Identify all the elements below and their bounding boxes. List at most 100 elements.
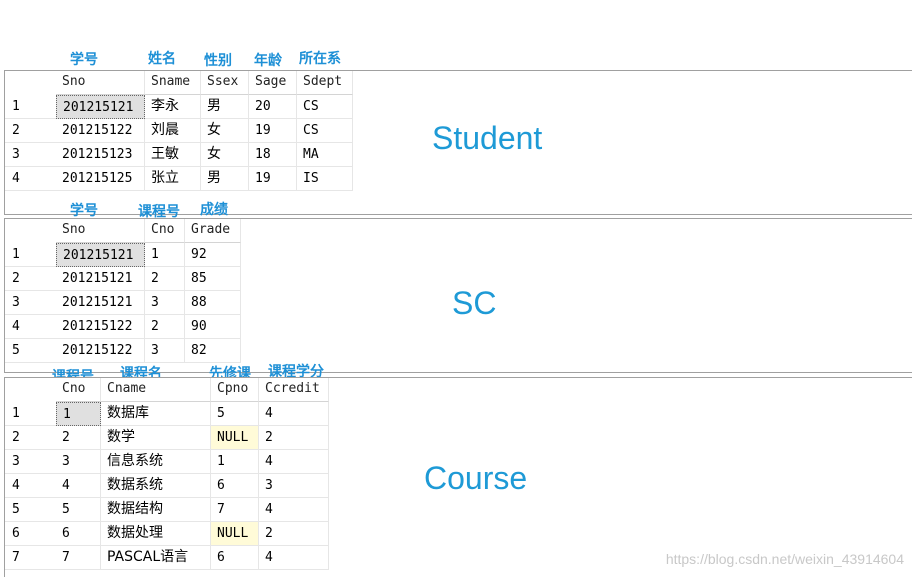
student-annotation-sname: 姓名 <box>148 51 176 67</box>
student-cell[interactable]: 张立 <box>145 167 201 191</box>
student-cell[interactable]: IS <box>297 167 353 191</box>
student-row-number[interactable]: 4 <box>5 167 56 191</box>
student-cell[interactable]: CS <box>297 119 353 143</box>
sc-cell[interactable]: 201215121 <box>56 243 145 267</box>
student-cell[interactable]: 20 <box>249 95 297 119</box>
course-cell[interactable]: 1 <box>211 450 259 474</box>
course-cell[interactable]: 5 <box>211 402 259 426</box>
student-cell[interactable]: 女 <box>201 119 249 143</box>
course-cell[interactable]: 6 <box>56 522 101 546</box>
student-cell[interactable]: 19 <box>249 167 297 191</box>
sc-cell[interactable]: 92 <box>185 243 241 267</box>
sc-cell[interactable]: 82 <box>185 339 241 363</box>
sc-annotation-sno: 学号 <box>70 203 98 219</box>
course-cell[interactable]: 数据处理 <box>101 522 211 546</box>
sc-row-number[interactable]: 3 <box>5 291 56 315</box>
course-row-number[interactable]: 6 <box>5 522 56 546</box>
student-cell[interactable]: 19 <box>249 119 297 143</box>
student-table-caption: Student <box>432 120 543 156</box>
course-cell[interactable]: 4 <box>259 402 329 426</box>
student-cell[interactable]: 男 <box>201 95 249 119</box>
course-cell[interactable]: 6 <box>211 546 259 570</box>
course-row-number[interactable]: 1 <box>5 402 56 426</box>
course-cell[interactable]: NULL <box>211 522 259 546</box>
student-cell[interactable]: 201215125 <box>56 167 145 191</box>
course-table-caption: Course <box>424 460 528 496</box>
course-cell[interactable]: 数据结构 <box>101 498 211 522</box>
course-row-number[interactable]: 2 <box>5 426 56 450</box>
course-cell[interactable]: 4 <box>56 474 101 498</box>
student-cell[interactable]: 女 <box>201 143 249 167</box>
sc-row-number[interactable]: 4 <box>5 315 56 339</box>
course-cell[interactable]: NULL <box>211 426 259 450</box>
sc-cell[interactable]: 201215121 <box>56 291 145 315</box>
student-cell[interactable]: 王敏 <box>145 143 201 167</box>
student-column-header-ssex[interactable]: Ssex <box>201 71 249 95</box>
sc-cell[interactable]: 3 <box>145 339 185 363</box>
course-cell[interactable]: 7 <box>56 546 101 570</box>
course-cell[interactable]: 4 <box>259 498 329 522</box>
course-cell[interactable]: PASCAL语言 <box>101 546 211 570</box>
sc-row-number[interactable]: 5 <box>5 339 56 363</box>
course-cell[interactable]: 2 <box>56 426 101 450</box>
sc-cell[interactable]: 85 <box>185 267 241 291</box>
student-cell[interactable]: 201215122 <box>56 119 145 143</box>
sc-cell[interactable]: 2 <box>145 315 185 339</box>
course-cell[interactable]: 信息系统 <box>101 450 211 474</box>
course-column-header-ccredit[interactable]: Ccredit <box>259 378 329 402</box>
course-row-number[interactable]: 3 <box>5 450 56 474</box>
student-column-header-sdept[interactable]: Sdept <box>297 71 353 95</box>
student-cell[interactable]: 刘晨 <box>145 119 201 143</box>
student-column-header-sno[interactable]: Sno <box>56 71 145 95</box>
student-row-number[interactable]: 2 <box>5 119 56 143</box>
sc-column-header-cno[interactable]: Cno <box>145 219 185 243</box>
sc-cell[interactable]: 1 <box>145 243 185 267</box>
sc-cell[interactable]: 2 <box>145 267 185 291</box>
course-cell[interactable]: 6 <box>211 474 259 498</box>
sc-cell[interactable]: 3 <box>145 291 185 315</box>
sc-cell[interactable]: 201215122 <box>56 339 145 363</box>
course-row-number[interactable]: 7 <box>5 546 56 570</box>
course-cell[interactable]: 2 <box>259 522 329 546</box>
course-cell[interactable]: 3 <box>56 450 101 474</box>
course-cell[interactable]: 数据系统 <box>101 474 211 498</box>
sc-cell[interactable]: 201215121 <box>56 267 145 291</box>
sc-cell[interactable]: 90 <box>185 315 241 339</box>
sc-row-number[interactable]: 2 <box>5 267 56 291</box>
sc-table-caption: SC <box>452 285 497 321</box>
course-cell[interactable]: 1 <box>56 402 101 426</box>
course-column-header-cpno[interactable]: Cpno <box>211 378 259 402</box>
student-cell[interactable]: 李永 <box>145 95 201 119</box>
course-cell[interactable]: 7 <box>211 498 259 522</box>
student-column-header-sname[interactable]: Sname <box>145 71 201 95</box>
sc-column-header-grade[interactable]: Grade <box>185 219 241 243</box>
course-cell[interactable]: 5 <box>56 498 101 522</box>
course-column-header-cno[interactable]: Cno <box>56 378 101 402</box>
student-cell[interactable]: CS <box>297 95 353 119</box>
student-annotation-ssex: 性别 <box>204 53 232 69</box>
sc-row-number[interactable]: 1 <box>5 243 56 267</box>
student-row-number[interactable]: 1 <box>5 95 56 119</box>
course-row-number[interactable]: 4 <box>5 474 56 498</box>
student-cell[interactable]: 18 <box>249 143 297 167</box>
course-cell[interactable]: 数学 <box>101 426 211 450</box>
course-cell[interactable]: 4 <box>259 546 329 570</box>
course-cell[interactable]: 数据库 <box>101 402 211 426</box>
course-column-header-cname[interactable]: Cname <box>101 378 211 402</box>
student-column-header-sage[interactable]: Sage <box>249 71 297 95</box>
course-cell[interactable]: 3 <box>259 474 329 498</box>
sc-cell[interactable]: 201215122 <box>56 315 145 339</box>
student-cell[interactable]: 男 <box>201 167 249 191</box>
course-cell[interactable]: 4 <box>259 450 329 474</box>
student-row-number[interactable]: 3 <box>5 143 56 167</box>
sc-cell[interactable]: 88 <box>185 291 241 315</box>
student-annotation-sage: 年龄 <box>254 53 282 69</box>
course-row-number[interactable]: 5 <box>5 498 56 522</box>
student-cell[interactable]: 201215121 <box>56 95 145 119</box>
sc-annotation-grade: 成绩 <box>200 202 228 218</box>
student-annotation-sno: 学号 <box>70 52 98 68</box>
sc-column-header-sno[interactable]: Sno <box>56 219 145 243</box>
student-cell[interactable]: 201215123 <box>56 143 145 167</box>
course-cell[interactable]: 2 <box>259 426 329 450</box>
student-cell[interactable]: MA <box>297 143 353 167</box>
